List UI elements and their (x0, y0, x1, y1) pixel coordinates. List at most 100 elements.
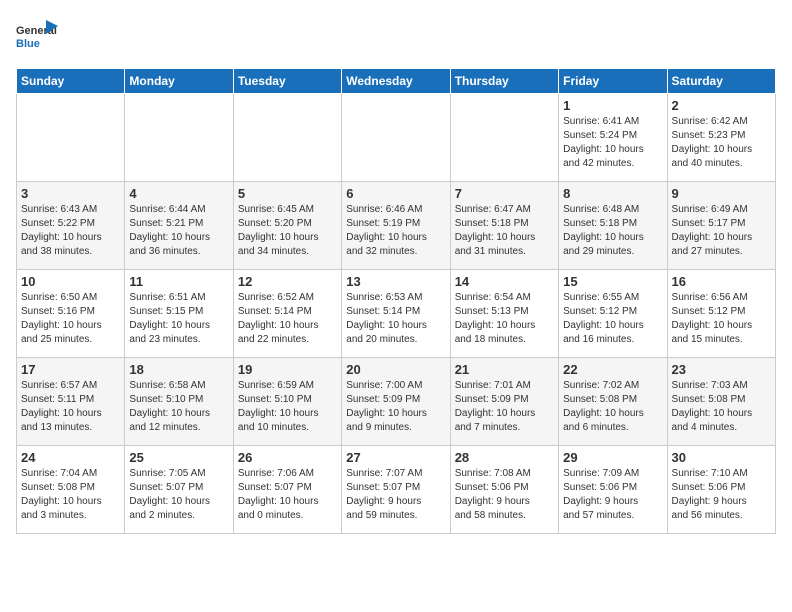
col-header-wednesday: Wednesday (342, 69, 450, 94)
day-number: 13 (346, 274, 445, 289)
day-number: 12 (238, 274, 337, 289)
day-cell: 23 Sunrise: 7:03 AM Sunset: 5:08 PM Dayli… (667, 358, 775, 446)
header: GeneralBlue (16, 16, 776, 60)
day-info: Sunrise: 7:10 AM Sunset: 5:06 PM Dayligh… (672, 467, 771, 523)
day-number: 27 (346, 450, 445, 465)
logo: GeneralBlue (16, 16, 60, 60)
day-info: Sunrise: 6:52 AM Sunset: 5:14 PM Dayligh… (238, 291, 337, 347)
day-cell: 24 Sunrise: 7:04 AM Sunset: 5:08 PM Dayli… (17, 446, 125, 534)
day-info: Sunrise: 6:42 AM Sunset: 5:23 PM Dayligh… (672, 115, 771, 171)
col-header-friday: Friday (559, 69, 667, 94)
col-header-tuesday: Tuesday (233, 69, 341, 94)
day-cell: 21 Sunrise: 7:01 AM Sunset: 5:09 PM Dayli… (450, 358, 558, 446)
day-number: 17 (21, 362, 120, 377)
day-info: Sunrise: 6:53 AM Sunset: 5:14 PM Dayligh… (346, 291, 445, 347)
day-cell: 10Sunrise: 6:50 AM Sunset: 5:16 PM Dayli… (17, 270, 125, 358)
day-number: 3 (21, 186, 120, 201)
day-cell: 25 Sunrise: 7:05 AM Sunset: 5:07 PM Dayli… (125, 446, 233, 534)
col-header-sunday: Sunday (17, 69, 125, 94)
day-cell: 7 Sunrise: 6:47 AM Sunset: 5:18 PM Daylig… (450, 182, 558, 270)
logo-icon: GeneralBlue (16, 16, 60, 60)
day-cell: 14 Sunrise: 6:54 AM Sunset: 5:13 PM Dayli… (450, 270, 558, 358)
day-info: Sunrise: 6:55 AM Sunset: 5:12 PM Dayligh… (563, 291, 662, 347)
day-info: Sunrise: 6:46 AM Sunset: 5:19 PM Dayligh… (346, 203, 445, 259)
day-cell: 26 Sunrise: 7:06 AM Sunset: 5:07 PM Dayli… (233, 446, 341, 534)
day-number: 29 (563, 450, 662, 465)
col-header-saturday: Saturday (667, 69, 775, 94)
calendar-table: SundayMondayTuesdayWednesdayThursdayFrid… (16, 68, 776, 534)
day-info: Sunrise: 6:44 AM Sunset: 5:21 PM Dayligh… (129, 203, 228, 259)
day-number: 18 (129, 362, 228, 377)
day-number: 5 (238, 186, 337, 201)
day-cell: 13 Sunrise: 6:53 AM Sunset: 5:14 PM Dayli… (342, 270, 450, 358)
day-info: Sunrise: 6:59 AM Sunset: 5:10 PM Dayligh… (238, 379, 337, 435)
day-info: Sunrise: 6:49 AM Sunset: 5:17 PM Dayligh… (672, 203, 771, 259)
day-info: Sunrise: 7:07 AM Sunset: 5:07 PM Dayligh… (346, 467, 445, 523)
day-info: Sunrise: 7:05 AM Sunset: 5:07 PM Dayligh… (129, 467, 228, 523)
day-cell: 30Sunrise: 7:10 AM Sunset: 5:06 PM Dayli… (667, 446, 775, 534)
day-cell: 5Sunrise: 6:45 AM Sunset: 5:20 PM Daylig… (233, 182, 341, 270)
day-number: 15 (563, 274, 662, 289)
day-number: 28 (455, 450, 554, 465)
day-info: Sunrise: 6:56 AM Sunset: 5:12 PM Dayligh… (672, 291, 771, 347)
day-cell: 16 Sunrise: 6:56 AM Sunset: 5:12 PM Dayli… (667, 270, 775, 358)
day-cell: 22 Sunrise: 7:02 AM Sunset: 5:08 PM Dayli… (559, 358, 667, 446)
day-info: Sunrise: 7:04 AM Sunset: 5:08 PM Dayligh… (21, 467, 120, 523)
day-info: Sunrise: 6:58 AM Sunset: 5:10 PM Dayligh… (129, 379, 228, 435)
header-row: SundayMondayTuesdayWednesdayThursdayFrid… (17, 69, 776, 94)
day-info: Sunrise: 6:54 AM Sunset: 5:13 PM Dayligh… (455, 291, 554, 347)
day-info: Sunrise: 7:01 AM Sunset: 5:09 PM Dayligh… (455, 379, 554, 435)
week-row-3: 10Sunrise: 6:50 AM Sunset: 5:16 PM Dayli… (17, 270, 776, 358)
day-info: Sunrise: 7:03 AM Sunset: 5:08 PM Dayligh… (672, 379, 771, 435)
day-cell: 11Sunrise: 6:51 AM Sunset: 5:15 PM Dayli… (125, 270, 233, 358)
day-number: 25 (129, 450, 228, 465)
col-header-thursday: Thursday (450, 69, 558, 94)
day-number: 7 (455, 186, 554, 201)
day-info: Sunrise: 6:50 AM Sunset: 5:16 PM Dayligh… (21, 291, 120, 347)
day-cell: 12 Sunrise: 6:52 AM Sunset: 5:14 PM Dayli… (233, 270, 341, 358)
day-number: 2 (672, 98, 771, 113)
day-cell (233, 94, 341, 182)
week-row-5: 24 Sunrise: 7:04 AM Sunset: 5:08 PM Dayli… (17, 446, 776, 534)
week-row-2: 3 Sunrise: 6:43 AM Sunset: 5:22 PM Daylig… (17, 182, 776, 270)
day-cell: 28Sunrise: 7:08 AM Sunset: 5:06 PM Dayli… (450, 446, 558, 534)
day-number: 23 (672, 362, 771, 377)
day-cell: 27 Sunrise: 7:07 AM Sunset: 5:07 PM Dayli… (342, 446, 450, 534)
day-number: 24 (21, 450, 120, 465)
day-cell: 18 Sunrise: 6:58 AM Sunset: 5:10 PM Dayli… (125, 358, 233, 446)
day-info: Sunrise: 6:43 AM Sunset: 5:22 PM Dayligh… (21, 203, 120, 259)
day-number: 1 (563, 98, 662, 113)
day-info: Sunrise: 6:41 AM Sunset: 5:24 PM Dayligh… (563, 115, 662, 171)
day-number: 9 (672, 186, 771, 201)
day-info: Sunrise: 6:57 AM Sunset: 5:11 PM Dayligh… (21, 379, 120, 435)
day-info: Sunrise: 6:47 AM Sunset: 5:18 PM Dayligh… (455, 203, 554, 259)
day-cell: 29 Sunrise: 7:09 AM Sunset: 5:06 PM Dayli… (559, 446, 667, 534)
day-cell: 20Sunrise: 7:00 AM Sunset: 5:09 PM Dayli… (342, 358, 450, 446)
day-cell: 17 Sunrise: 6:57 AM Sunset: 5:11 PM Dayli… (17, 358, 125, 446)
day-cell: 4 Sunrise: 6:44 AM Sunset: 5:21 PM Daylig… (125, 182, 233, 270)
day-number: 14 (455, 274, 554, 289)
day-number: 26 (238, 450, 337, 465)
day-cell: 8 Sunrise: 6:48 AM Sunset: 5:18 PM Daylig… (559, 182, 667, 270)
day-cell (125, 94, 233, 182)
day-number: 22 (563, 362, 662, 377)
day-number: 20 (346, 362, 445, 377)
day-info: Sunrise: 7:06 AM Sunset: 5:07 PM Dayligh… (238, 467, 337, 523)
day-number: 21 (455, 362, 554, 377)
col-header-monday: Monday (125, 69, 233, 94)
day-number: 4 (129, 186, 228, 201)
day-number: 19 (238, 362, 337, 377)
day-number: 11 (129, 274, 228, 289)
day-cell (17, 94, 125, 182)
week-row-1: 1 Sunrise: 6:41 AM Sunset: 5:24 PM Daylig… (17, 94, 776, 182)
day-cell: 1 Sunrise: 6:41 AM Sunset: 5:24 PM Daylig… (559, 94, 667, 182)
day-info: Sunrise: 7:02 AM Sunset: 5:08 PM Dayligh… (563, 379, 662, 435)
day-cell: 9 Sunrise: 6:49 AM Sunset: 5:17 PM Daylig… (667, 182, 775, 270)
day-number: 16 (672, 274, 771, 289)
week-row-4: 17 Sunrise: 6:57 AM Sunset: 5:11 PM Dayli… (17, 358, 776, 446)
day-info: Sunrise: 7:09 AM Sunset: 5:06 PM Dayligh… (563, 467, 662, 523)
day-number: 8 (563, 186, 662, 201)
day-number: 6 (346, 186, 445, 201)
day-info: Sunrise: 6:48 AM Sunset: 5:18 PM Dayligh… (563, 203, 662, 259)
day-cell: 2 Sunrise: 6:42 AM Sunset: 5:23 PM Daylig… (667, 94, 775, 182)
